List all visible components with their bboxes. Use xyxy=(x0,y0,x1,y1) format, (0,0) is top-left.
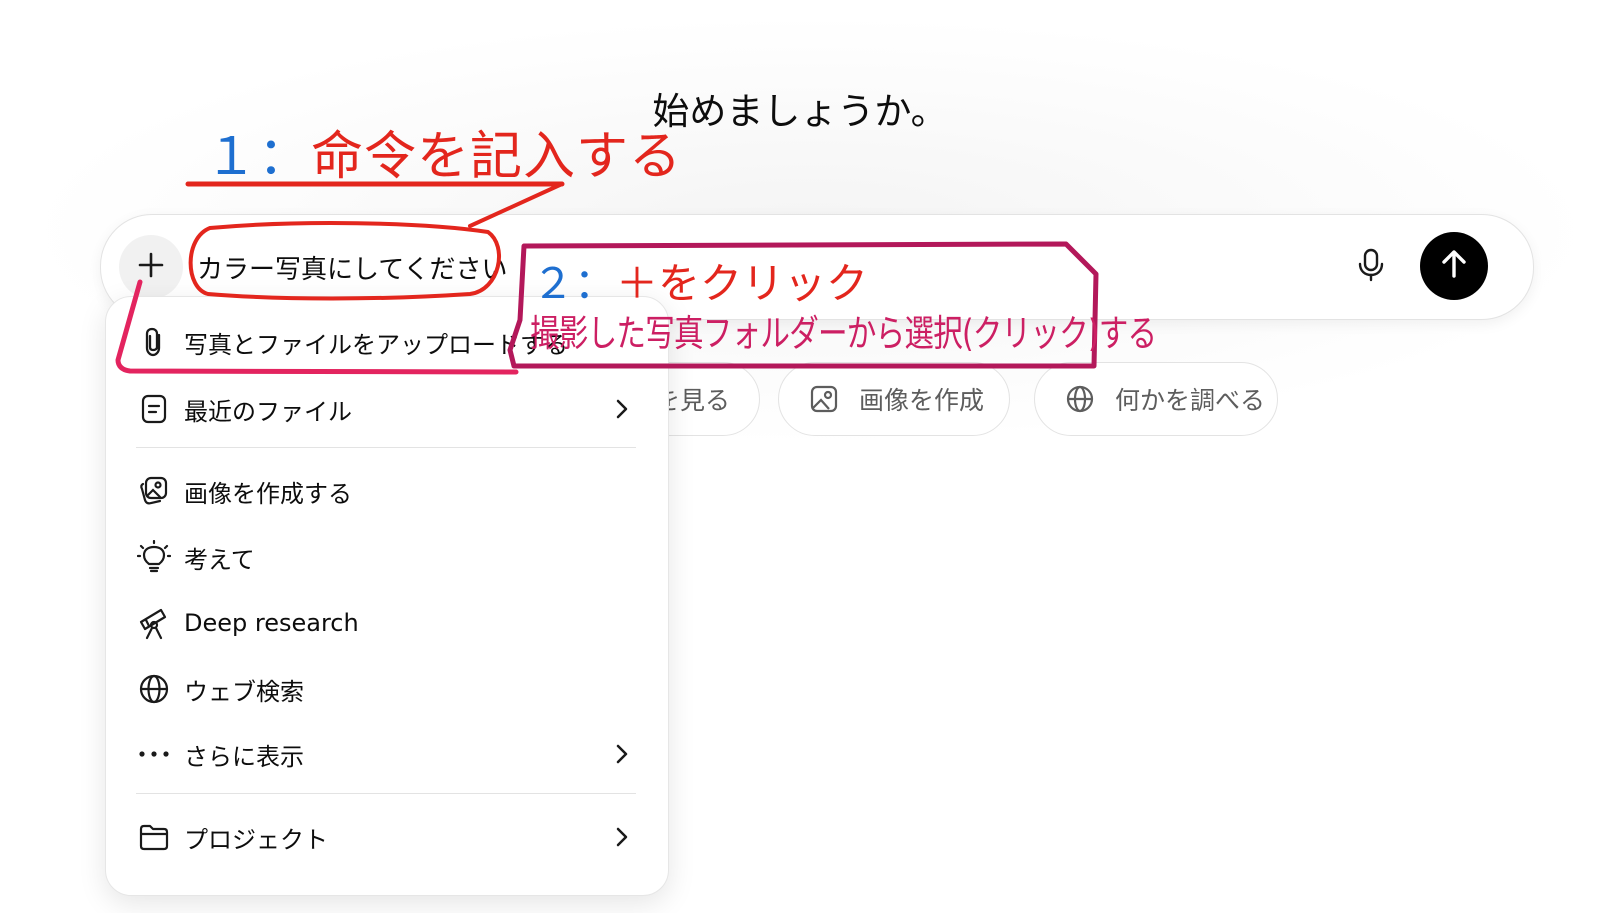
menu-divider xyxy=(136,447,636,448)
plus-button[interactable] xyxy=(119,235,183,299)
menu-item-upload[interactable]: 写真とファイルをアップロードする xyxy=(134,314,638,370)
menu-item-create-image[interactable]: 画像を作成する xyxy=(134,463,638,519)
menu-item-label: ウェブ検索 xyxy=(184,677,304,706)
globe-icon xyxy=(136,671,172,707)
menu-item-label: 画像を作成する xyxy=(184,479,352,508)
image-icon xyxy=(807,382,841,416)
file-icon xyxy=(136,391,172,427)
image-sparkle-icon xyxy=(136,473,172,509)
lightbulb-icon xyxy=(136,539,172,575)
globe-icon xyxy=(1063,382,1097,416)
paperclip-icon xyxy=(136,324,172,360)
menu-item-label: 考えて xyxy=(184,545,255,574)
chevron-right-icon xyxy=(606,821,638,853)
menu-divider xyxy=(136,793,636,794)
chevron-right-icon xyxy=(606,738,638,770)
menu-item-think[interactable]: 考えて xyxy=(134,529,638,585)
plus-icon xyxy=(136,250,166,284)
menu-item-web-search[interactable]: ウェブ検索 xyxy=(134,661,638,717)
folder-icon xyxy=(136,819,172,855)
telescope-icon xyxy=(136,605,172,641)
attach-menu: 写真とファイルをアップロードする 最近のファイル 画像を作成する 考えて Dee… xyxy=(105,296,669,896)
ellipsis-icon xyxy=(136,736,172,772)
chevron-right-icon xyxy=(606,393,638,425)
menu-item-label: 写真とファイルをアップロードする xyxy=(184,330,568,359)
menu-item-more[interactable]: さらに表示 xyxy=(134,726,638,782)
send-button[interactable] xyxy=(1420,232,1488,300)
menu-item-label: プロジェクト xyxy=(184,825,328,854)
menu-item-projects[interactable]: プロジェクト xyxy=(134,809,638,865)
chip-research-label: 何かを調べる xyxy=(1115,386,1266,415)
menu-item-recent-files[interactable]: 最近のファイル xyxy=(134,381,638,437)
menu-item-label: さらに表示 xyxy=(184,742,304,771)
page-title: 始めましょうか。 xyxy=(652,89,948,133)
chip-create-image[interactable]: 画像を作成 xyxy=(778,362,1010,436)
prompt-input[interactable] xyxy=(197,243,1097,291)
chip-research[interactable]: 何かを調べる xyxy=(1034,362,1278,436)
menu-item-label: 最近のファイル xyxy=(184,397,352,426)
chip-create-image-label: 画像を作成 xyxy=(859,386,985,415)
microphone-icon xyxy=(1356,247,1386,287)
mic-button[interactable] xyxy=(1345,241,1397,293)
arrow-up-icon xyxy=(1437,247,1471,285)
menu-item-deep-research[interactable]: Deep research xyxy=(134,595,638,651)
menu-item-label: Deep research xyxy=(184,609,359,637)
